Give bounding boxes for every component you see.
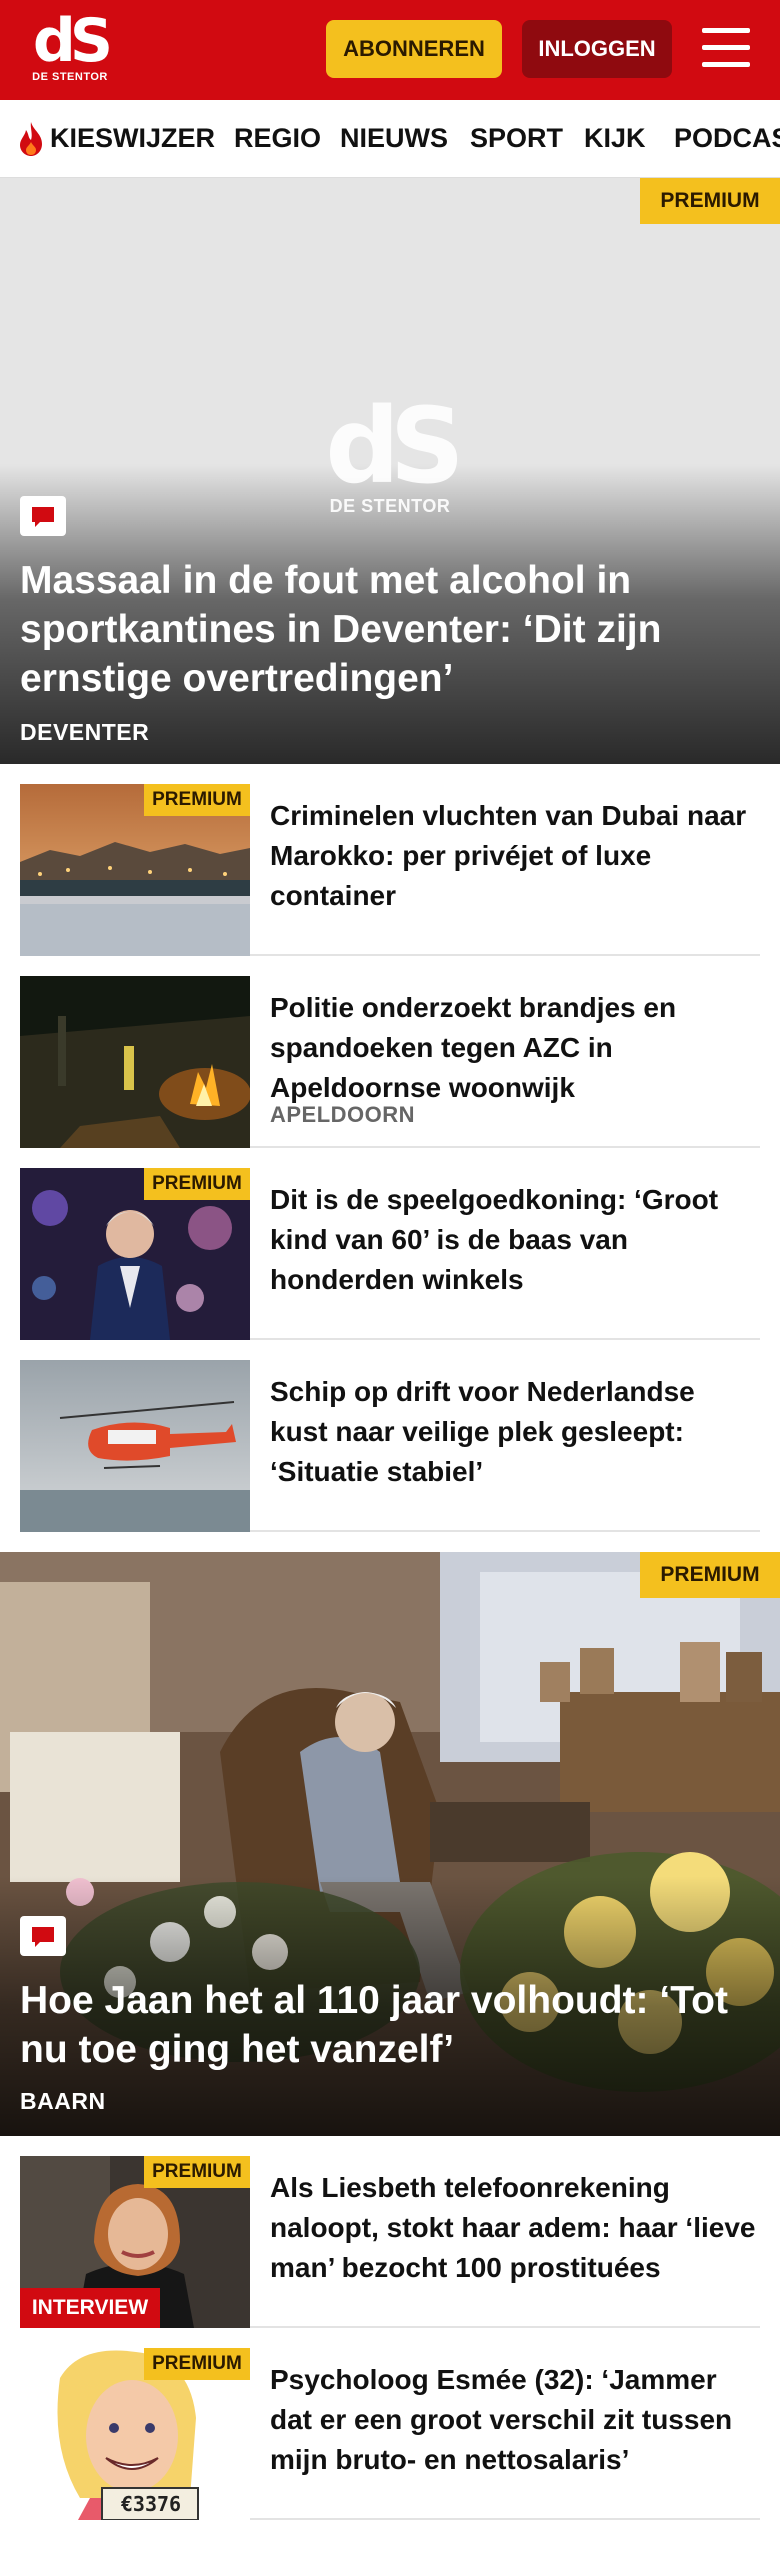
- logo-mark: dS: [32, 6, 113, 76]
- salary-sign-text: €3376: [120, 2492, 182, 2516]
- article-title[interactable]: Dit is de speelgoedkoning: ‘Groot kind v…: [270, 1180, 760, 1300]
- comment-icon: [20, 496, 66, 536]
- nav-item-sport[interactable]: SPORT: [470, 120, 563, 156]
- premium-badge: PREMIUM: [640, 178, 780, 224]
- nav-item-nieuws[interactable]: NIEUWS: [340, 120, 448, 156]
- nav-item-kijk[interactable]: KIJK: [584, 120, 646, 156]
- site-logo[interactable]: dS DE STENTOR: [28, 6, 113, 88]
- article-thumbnail: €3376 PREMIUM: [20, 2348, 250, 2520]
- hero-category[interactable]: DEVENTER: [20, 719, 149, 746]
- article-item[interactable]: PREMIUM INTERVIEW Als Liesbeth telefoonr…: [20, 2156, 760, 2328]
- article-item[interactable]: €3376 PREMIUM Psycholoog Esmée (32): ‘Ja…: [20, 2348, 760, 2520]
- premium-badge: PREMIUM: [144, 2156, 250, 2188]
- top-bar: dS DE STENTOR ABONNEREN INLOGGEN: [0, 0, 780, 100]
- login-button[interactable]: INLOGGEN: [522, 20, 672, 78]
- placeholder-logo: dS DE STENTOR: [318, 385, 464, 516]
- premium-badge: PREMIUM: [640, 1552, 780, 1598]
- article-item[interactable]: Politie onderzoekt brandjes en spandoeke…: [20, 976, 760, 1148]
- fire-night-photo: [20, 976, 250, 1148]
- article-thumbnail: [20, 976, 250, 1148]
- hero-article-jaan[interactable]: PREMIUM Hoe Jaan het al 110 jaar volhoud…: [0, 1552, 780, 2136]
- article-title[interactable]: Schip op drift voor Nederlandse kust naa…: [270, 1372, 760, 1492]
- article-title[interactable]: Criminelen vluchten van Dubai naar Marok…: [270, 796, 760, 916]
- nav-item-kieswijzer[interactable]: KIESWIJZER: [50, 120, 215, 156]
- article-title[interactable]: Politie onderzoekt brandjes en spandoeke…: [270, 988, 760, 1108]
- article-item[interactable]: PREMIUM Dit is de speelgoedkoning: ‘Groo…: [20, 1168, 760, 1340]
- flame-icon: [20, 122, 42, 156]
- article-thumbnail: PREMIUM: [20, 784, 250, 956]
- hero-article-alcohol[interactable]: dS DE STENTOR PREMIUM Massaal in de fout…: [0, 178, 780, 764]
- article-item[interactable]: PREMIUM Criminelen vluchten van Dubai na…: [20, 784, 760, 956]
- comment-icon: [20, 1916, 66, 1956]
- hero-title[interactable]: Massaal in de fout met alcohol in sportk…: [20, 556, 760, 703]
- article-thumbnail: PREMIUM INTERVIEW: [20, 2156, 250, 2328]
- interview-label: INTERVIEW: [20, 2288, 160, 2328]
- article-title[interactable]: Psycholoog Esmée (32): ‘Jammer dat er ee…: [270, 2360, 760, 2480]
- premium-badge: PREMIUM: [144, 1168, 250, 1200]
- article-item[interactable]: Schip op drift voor Nederlandse kust naa…: [20, 1360, 760, 1532]
- article-thumbnail: [20, 1360, 250, 1532]
- hamburger-menu-icon[interactable]: [700, 24, 752, 72]
- helicopter-photo: [20, 1360, 250, 1532]
- placeholder-logo-subtext: DE STENTOR: [329, 496, 451, 516]
- premium-badge: PREMIUM: [144, 784, 250, 816]
- article-thumbnail: PREMIUM: [20, 1168, 250, 1340]
- hero-title[interactable]: Hoe Jaan het al 110 jaar volhoudt: ‘Tot …: [20, 1976, 760, 2074]
- subscribe-button[interactable]: ABONNEREN: [326, 20, 502, 78]
- nav-item-regio[interactable]: REGIO: [234, 120, 321, 156]
- logo-subtext: DE STENTOR: [32, 71, 108, 83]
- section-nav: KIESWIJZER REGIO NIEUWS SPORT KIJK PODCA…: [0, 100, 780, 178]
- nav-item-podcasts[interactable]: PODCAS: [674, 120, 780, 156]
- placeholder-logo-mark: dS: [325, 385, 464, 507]
- hero-category[interactable]: BAARN: [20, 2088, 106, 2115]
- article-title[interactable]: Als Liesbeth telefoonrekening naloopt, s…: [270, 2168, 760, 2288]
- premium-badge: PREMIUM: [144, 2348, 250, 2380]
- article-category[interactable]: APELDOORN: [270, 1102, 415, 1128]
